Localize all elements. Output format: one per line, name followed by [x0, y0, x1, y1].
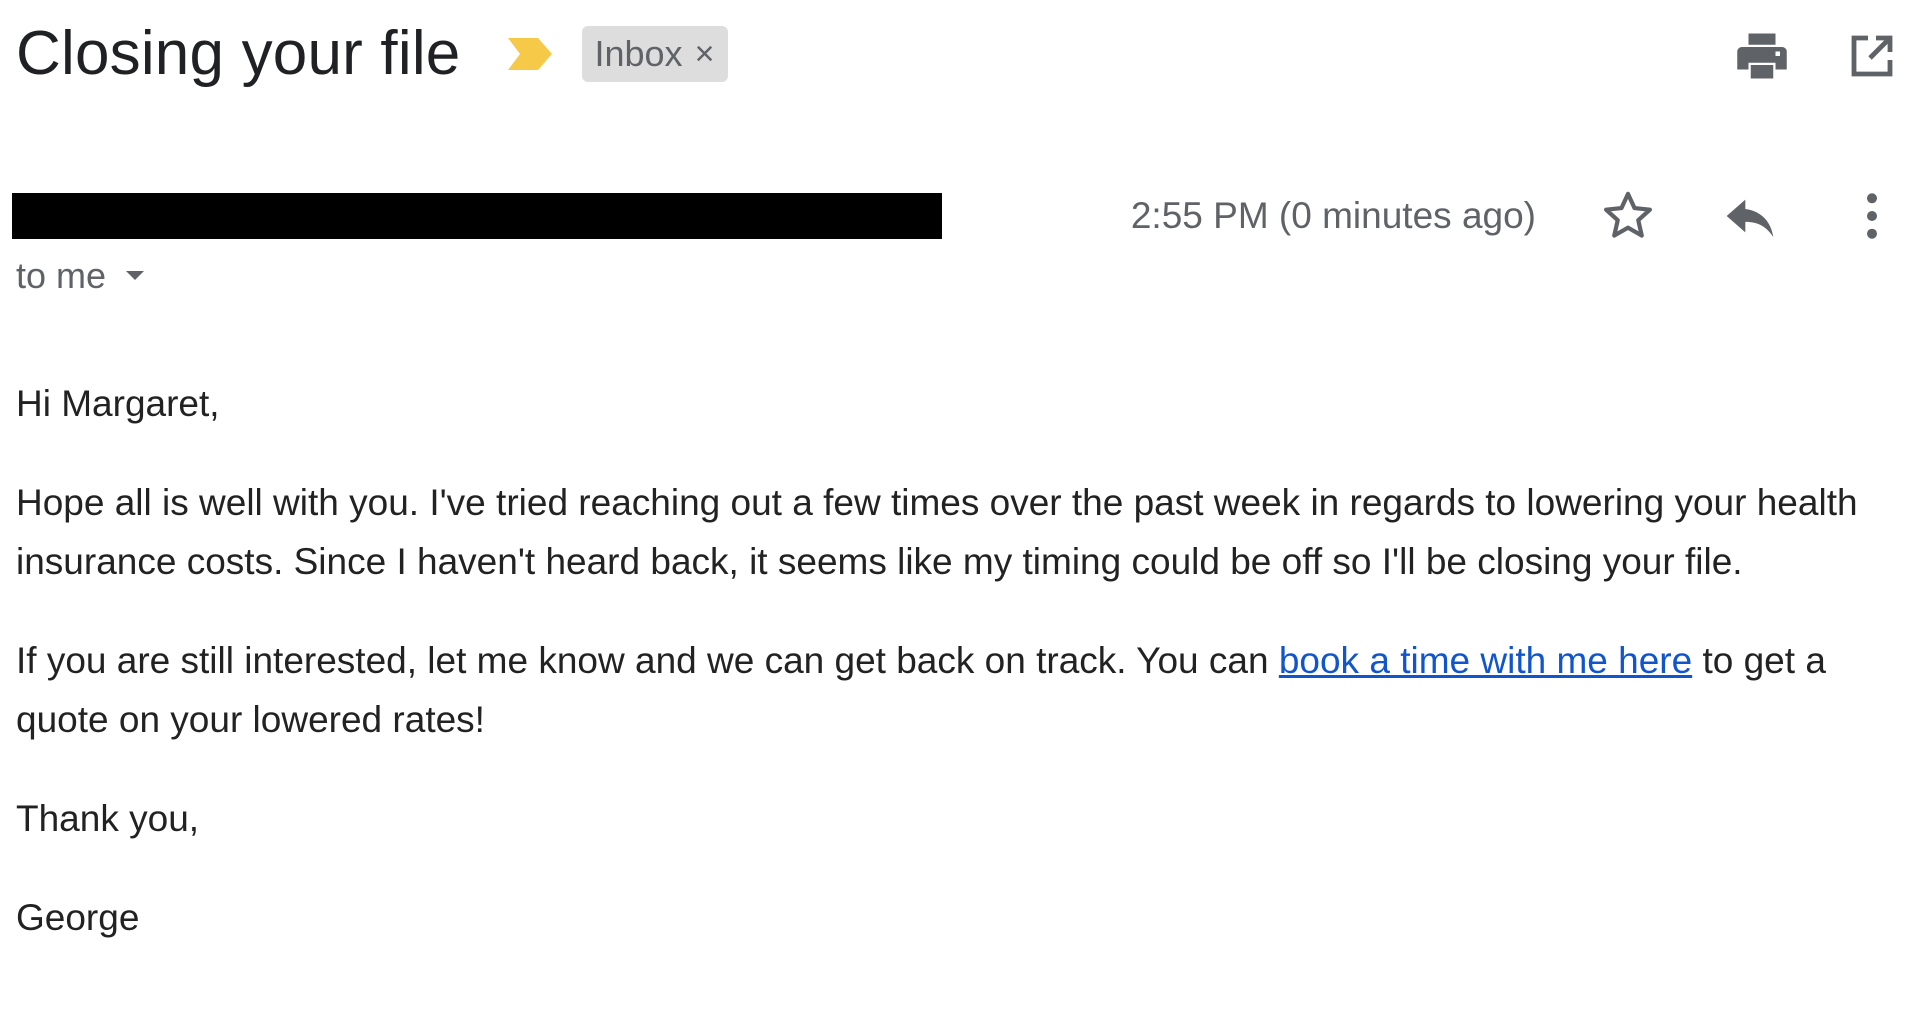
body-paragraph-2: If you are still interested, let me know…: [16, 631, 1906, 749]
email-view: Closing your file Inbox × to me 2:55 PM …: [0, 0, 1920, 1012]
open-in-new-window-icon[interactable]: [1840, 24, 1904, 88]
inbox-label-chip: Inbox ×: [582, 26, 729, 82]
sender-redacted-block: [12, 193, 942, 239]
recipient-text: to me: [16, 255, 107, 296]
signature: George: [16, 897, 140, 938]
body-paragraph-1: Hope all is well with you. I've tried re…: [16, 482, 1858, 582]
booking-link[interactable]: book a time with me here: [1279, 640, 1692, 681]
remove-label-button[interactable]: ×: [695, 37, 715, 71]
subject-header: Closing your file Inbox ×: [16, 14, 729, 94]
message-body: Hi Margaret, Hope all is well with you. …: [16, 374, 1906, 987]
message-timestamp: 2:55 PM (0 minutes ago): [1130, 195, 1536, 236]
recipient-details-toggle[interactable]: to me: [16, 254, 146, 298]
reply-icon[interactable]: [1718, 184, 1782, 248]
label-chip-text: Inbox: [594, 33, 683, 74]
message-meta: 2:55 PM (0 minutes ago): [1131, 184, 1904, 248]
greeting: Hi Margaret,: [16, 383, 220, 424]
more-vert-icon[interactable]: [1840, 184, 1904, 248]
paragraph-2-lead-text: If you are still interested, let me know…: [16, 640, 1279, 681]
closing: Thank you,: [16, 798, 200, 839]
email-subject: Closing your file: [16, 19, 461, 88]
star-icon[interactable]: [1596, 184, 1660, 248]
header-actions: [1730, 24, 1904, 88]
importance-marker-icon[interactable]: [504, 34, 556, 74]
chevron-down-icon[interactable]: [124, 269, 146, 283]
print-icon[interactable]: [1730, 24, 1794, 88]
